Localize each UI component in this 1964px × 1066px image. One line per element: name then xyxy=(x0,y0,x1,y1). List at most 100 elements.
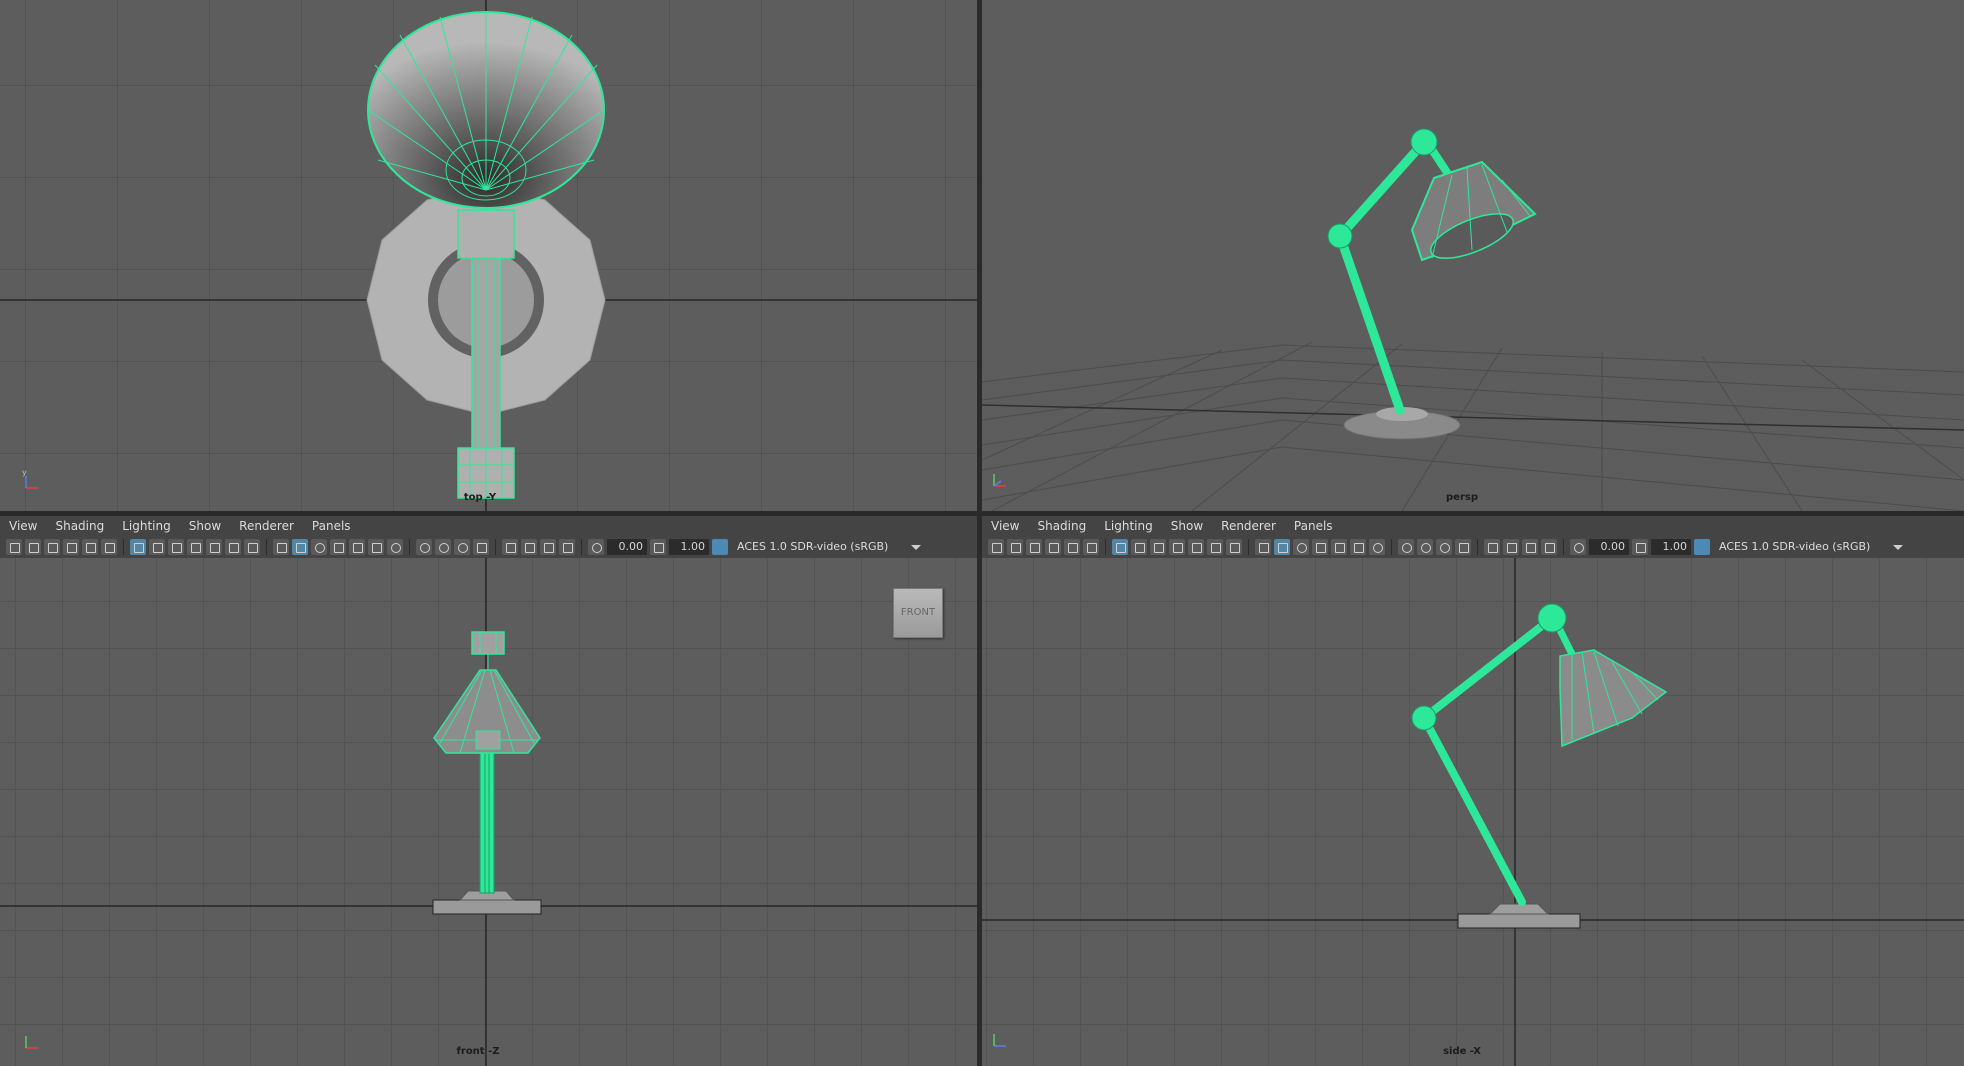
camera-icon[interactable] xyxy=(988,539,1004,555)
viewport-side[interactable]: View Shading Lighting Show Renderer Pane… xyxy=(982,516,1964,1066)
resolution-gate-icon[interactable] xyxy=(1150,539,1166,555)
shadows-icon[interactable] xyxy=(1369,539,1385,555)
gamma-icon[interactable] xyxy=(650,539,666,555)
grease-pencil-icon[interactable] xyxy=(1064,539,1080,555)
separator xyxy=(495,539,496,555)
viewport-persp[interactable]: persp xyxy=(982,0,1964,511)
anti-aliasing-icon[interactable] xyxy=(1436,539,1452,555)
bookmark-icon[interactable] xyxy=(1026,539,1042,555)
viewcube[interactable]: FRONT xyxy=(893,588,943,638)
isolate-select-icon[interactable] xyxy=(1484,539,1500,555)
bookmark-icon[interactable] xyxy=(44,539,60,555)
separator xyxy=(1105,539,1106,555)
color-management-icon[interactable] xyxy=(1694,539,1710,555)
camera-attributes-icon[interactable] xyxy=(1007,539,1023,555)
xray-icon[interactable] xyxy=(521,539,537,555)
field-chart-icon[interactable] xyxy=(1188,539,1204,555)
camera-label: front -Z xyxy=(456,1046,500,1057)
motion-blur-icon[interactable] xyxy=(1417,539,1433,555)
image-plane-icon[interactable] xyxy=(63,539,79,555)
camera-icon[interactable] xyxy=(6,539,22,555)
anti-aliasing-icon[interactable] xyxy=(454,539,470,555)
image-plane-icon[interactable] xyxy=(1045,539,1061,555)
menu-renderer[interactable]: Renderer xyxy=(230,516,303,536)
wireframe-icon[interactable] xyxy=(273,539,289,555)
depth-of-field-icon[interactable] xyxy=(1455,539,1471,555)
smooth-shade-icon[interactable] xyxy=(292,539,308,555)
default-material-icon[interactable] xyxy=(311,539,327,555)
safe-title-icon[interactable] xyxy=(244,539,260,555)
safe-action-icon[interactable] xyxy=(1207,539,1223,555)
camera-attributes-icon[interactable] xyxy=(25,539,41,555)
menu-view[interactable]: View xyxy=(982,516,1028,536)
viewport-front[interactable]: View Shading Lighting Show Renderer Pane… xyxy=(0,516,977,1066)
exposure-field[interactable]: 0.00 xyxy=(1589,539,1629,555)
lights-icon[interactable] xyxy=(1350,539,1366,555)
menu-shading[interactable]: Shading xyxy=(1028,516,1095,536)
menu-view[interactable]: View xyxy=(0,516,46,536)
grease-pencil-icon[interactable] xyxy=(82,539,98,555)
pane-divider-horizontal[interactable] xyxy=(0,511,1964,516)
pane-divider-vertical[interactable] xyxy=(977,0,982,1066)
default-material-icon[interactable] xyxy=(1293,539,1309,555)
xray-joints-icon[interactable] xyxy=(540,539,556,555)
film-gate-icon[interactable] xyxy=(1131,539,1147,555)
safe-action-icon[interactable] xyxy=(225,539,241,555)
panel-menubar: View Shading Lighting Show Renderer Pane… xyxy=(0,516,977,536)
separator xyxy=(1477,539,1478,555)
xray-joints-icon[interactable] xyxy=(1522,539,1538,555)
isolate-select-icon[interactable] xyxy=(502,539,518,555)
grid-icon[interactable] xyxy=(1112,539,1128,555)
menu-panels[interactable]: Panels xyxy=(303,516,360,536)
pan-zoom-icon[interactable] xyxy=(1083,539,1099,555)
exposure-icon[interactable] xyxy=(588,539,604,555)
separator xyxy=(123,539,124,555)
gamma-field[interactable]: 1.00 xyxy=(1651,539,1691,555)
grid-icon[interactable] xyxy=(130,539,146,555)
xray-icon[interactable] xyxy=(1503,539,1519,555)
pan-zoom-icon[interactable] xyxy=(101,539,117,555)
gamma-field[interactable]: 1.00 xyxy=(669,539,709,555)
menu-show[interactable]: Show xyxy=(1162,516,1212,536)
backface-icon[interactable] xyxy=(559,539,575,555)
shadows-icon[interactable] xyxy=(387,539,403,555)
field-chart-icon[interactable] xyxy=(206,539,222,555)
menu-show[interactable]: Show xyxy=(180,516,230,536)
wireframe-on-shaded-icon[interactable] xyxy=(1312,539,1328,555)
view-transform-dropdown[interactable]: ACES 1.0 SDR-video (sRGB) xyxy=(731,539,927,555)
textured-icon[interactable] xyxy=(1331,539,1347,555)
separator xyxy=(409,539,410,555)
camera-label: side -X xyxy=(1443,1046,1481,1057)
menu-shading[interactable]: Shading xyxy=(46,516,113,536)
film-gate-icon[interactable] xyxy=(149,539,165,555)
exposure-icon[interactable] xyxy=(1570,539,1586,555)
panel-toolbar: 0.00 1.00 ACES 1.0 SDR-video (sRGB) xyxy=(0,536,977,558)
gamma-icon[interactable] xyxy=(1632,539,1648,555)
depth-of-field-icon[interactable] xyxy=(473,539,489,555)
wireframe-icon[interactable] xyxy=(1255,539,1271,555)
view-transform-dropdown[interactable]: ACES 1.0 SDR-video (sRGB) xyxy=(1713,539,1909,555)
side-scene xyxy=(982,558,1964,1066)
safe-title-icon[interactable] xyxy=(1226,539,1242,555)
menu-panels[interactable]: Panels xyxy=(1285,516,1342,536)
resolution-gate-icon[interactable] xyxy=(168,539,184,555)
front-scene xyxy=(0,558,977,1066)
backface-icon[interactable] xyxy=(1541,539,1557,555)
ambient-occlusion-icon[interactable] xyxy=(1398,539,1414,555)
smooth-shade-icon[interactable] xyxy=(1274,539,1290,555)
motion-blur-icon[interactable] xyxy=(435,539,451,555)
camera-label: persp xyxy=(1446,492,1478,503)
menu-lighting[interactable]: Lighting xyxy=(113,516,180,536)
gate-mask-icon[interactable] xyxy=(1169,539,1185,555)
lights-icon[interactable] xyxy=(368,539,384,555)
svg-text:y: y xyxy=(22,468,27,477)
menu-renderer[interactable]: Renderer xyxy=(1212,516,1285,536)
wireframe-on-shaded-icon[interactable] xyxy=(330,539,346,555)
menu-lighting[interactable]: Lighting xyxy=(1095,516,1162,536)
exposure-field[interactable]: 0.00 xyxy=(607,539,647,555)
gate-mask-icon[interactable] xyxy=(187,539,203,555)
textured-icon[interactable] xyxy=(349,539,365,555)
ambient-occlusion-icon[interactable] xyxy=(416,539,432,555)
color-management-icon[interactable] xyxy=(712,539,728,555)
viewport-top[interactable]: y top -Y xyxy=(0,0,977,511)
